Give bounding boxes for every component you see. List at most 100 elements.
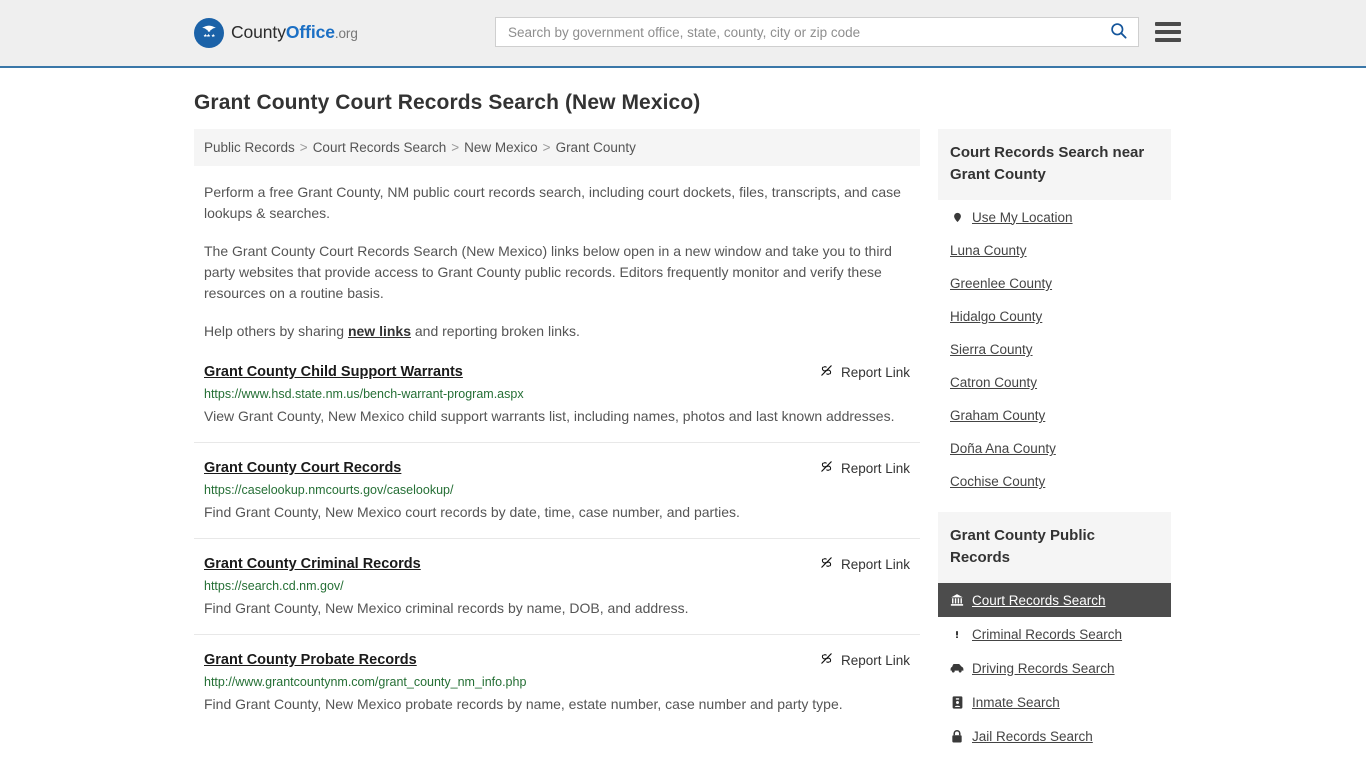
page-body: Grant County Court Records Search (New M… — [0, 91, 1366, 767]
sidebar-item-greenlee-county[interactable]: Greenlee County — [938, 267, 1171, 300]
new-links-link[interactable]: new links — [348, 323, 411, 339]
report-link-label: Report Link — [840, 652, 910, 668]
main-column: Public Records > Court Records Search > New … — [194, 129, 920, 745]
lock-icon — [950, 728, 964, 744]
sidebar-item-catron-county[interactable]: Catron County — [938, 366, 1171, 399]
page-title: Grant County Court Records Search (New M… — [194, 91, 701, 114]
list-item: Driving Records Search — [938, 651, 1171, 685]
breadcrumb-item-new-mexico[interactable]: New Mexico — [464, 140, 538, 155]
sidebar-item-criminal-records-search[interactable]: Criminal Records Search — [938, 617, 1171, 651]
list-item: Court Records Search — [938, 583, 1171, 617]
result-item: Grant County Criminal Records Report Lin… — [194, 554, 920, 635]
intro-paragraph-2: The Grant County Court Records Search (N… — [204, 243, 892, 301]
report-link-button[interactable]: Report Link — [819, 554, 910, 573]
sidebar-item-inmate-search[interactable]: Inmate Search — [938, 685, 1171, 719]
logo-text-org: .org — [334, 26, 358, 42]
sidebar-item-label: Cochise County — [950, 474, 1046, 489]
unlink-icon — [819, 363, 834, 381]
result-item: Grant County Child Support Warrants Repo… — [194, 362, 920, 443]
breadcrumb-item-court-records-search[interactable]: Court Records Search — [313, 140, 447, 155]
report-link-button[interactable]: Report Link — [819, 458, 910, 477]
list-item: Inmate Search — [938, 685, 1171, 719]
result-description: View Grant County, New Mexico child supp… — [204, 408, 895, 424]
sidebar-item-court-records-search[interactable]: Court Records Search — [938, 583, 1171, 617]
result-description: Find Grant County, New Mexico court reco… — [204, 504, 740, 520]
intro-text: Perform a free Grant County, NM public c… — [194, 182, 920, 342]
report-link-label: Report Link — [840, 460, 910, 476]
logo-text-office: Office — [285, 22, 335, 43]
unlink-icon — [819, 651, 834, 669]
result-title-link[interactable]: Grant County Probate Records — [204, 650, 417, 670]
hamburger-menu-icon[interactable] — [1155, 22, 1181, 42]
sidebar-item-jail-records-search[interactable]: Jail Records Search — [938, 719, 1171, 753]
eagle-shield-icon — [194, 18, 224, 48]
intro-p3-before: Help others by sharing — [204, 323, 348, 339]
report-link-button[interactable]: Report Link — [819, 650, 910, 669]
sidebar-item-driving-records-search[interactable]: Driving Records Search — [938, 651, 1171, 685]
result-url[interactable]: https://search.cd.nm.gov/ — [204, 578, 910, 595]
breadcrumb-separator: > — [542, 140, 551, 155]
id-badge-icon — [950, 694, 964, 710]
sidebar-item-label: Inmate Search — [972, 694, 1060, 710]
result-header: Grant County Probate Records Report Link — [204, 650, 910, 670]
result-header: Grant County Child Support Warrants Repo… — [204, 362, 910, 382]
breadcrumb-separator: > — [451, 140, 460, 155]
result-item: Grant County Probate Records Report Link… — [194, 650, 920, 730]
breadcrumb: Public Records > Court Records Search > New … — [194, 129, 920, 166]
report-link-label: Report Link — [840, 364, 910, 380]
breadcrumb-item-grant-county[interactable]: Grant County — [556, 140, 636, 155]
result-url[interactable]: http://www.grantcountynm.com/grant_count… — [204, 674, 910, 691]
list-item: Greenlee County — [938, 267, 1171, 300]
nearby-county-list: Use My Location Luna County Greenlee Cou… — [938, 200, 1171, 498]
sidebar-item-label: Use My Location — [972, 209, 1073, 225]
sidebar-item-cochise-county[interactable]: Cochise County — [938, 465, 1171, 498]
site-logo[interactable]: CountyOffice.org — [194, 18, 358, 48]
search-button[interactable] — [1107, 21, 1130, 43]
sidebar-item-label: Doña Ana County — [950, 441, 1056, 456]
sidebar-item-label: Graham County — [950, 408, 1046, 423]
result-header: Grant County Criminal Records Report Lin… — [204, 554, 910, 574]
unlink-icon — [819, 555, 834, 573]
report-link-label: Report Link — [840, 556, 910, 572]
result-title-link[interactable]: Grant County Child Support Warrants — [204, 362, 463, 382]
sidebar-item-label: Hidalgo County — [950, 309, 1043, 324]
sidebar-item-label: Luna County — [950, 243, 1027, 258]
sidebar: Court Records Search near Grant County U… — [938, 129, 1171, 767]
result-title-link[interactable]: Grant County Criminal Records — [204, 554, 421, 574]
result-url[interactable]: https://www.hsd.state.nm.us/bench-warran… — [204, 386, 910, 403]
public-records-panel: Grant County Public Records Court Record… — [938, 512, 1171, 753]
sidebar-item-label: Driving Records Search — [972, 660, 1115, 676]
sidebar-item-luna-county[interactable]: Luna County — [938, 234, 1171, 267]
public-records-panel-heading: Grant County Public Records — [938, 512, 1171, 583]
result-description: Find Grant County, New Mexico probate re… — [204, 696, 843, 712]
sidebar-item-sierra-county[interactable]: Sierra County — [938, 333, 1171, 366]
result-title-link[interactable]: Grant County Court Records — [204, 458, 401, 478]
sidebar-item-label: Catron County — [950, 375, 1038, 390]
menu-bar-2 — [1155, 30, 1181, 34]
menu-bar-3 — [1155, 38, 1181, 42]
list-item: Doña Ana County — [938, 432, 1171, 465]
breadcrumb-item-public-records[interactable]: Public Records — [204, 140, 295, 155]
sidebar-item-label: Sierra County — [950, 342, 1033, 357]
map-pin-icon — [950, 209, 964, 225]
list-item: Graham County — [938, 399, 1171, 432]
result-description: Find Grant County, New Mexico criminal r… — [204, 600, 689, 616]
logo-wordmark: CountyOffice.org — [231, 24, 358, 42]
sidebar-item-dona-ana-county[interactable]: Doña Ana County — [938, 432, 1171, 465]
sidebar-item-graham-county[interactable]: Graham County — [938, 399, 1171, 432]
intro-paragraph-3: Help others by sharing new links and rep… — [194, 321, 920, 342]
list-item: Sierra County — [938, 333, 1171, 366]
search-box[interactable] — [495, 17, 1139, 47]
sidebar-item-use-my-location[interactable]: Use My Location — [938, 200, 1171, 234]
search-input[interactable] — [506, 18, 1107, 46]
sidebar-item-hidalgo-county[interactable]: Hidalgo County — [938, 300, 1171, 333]
sidebar-item-label: Criminal Records Search — [972, 626, 1123, 642]
sidebar-item-label: Jail Records Search — [972, 728, 1093, 744]
result-item: Grant County Court Records Report Link h… — [194, 458, 920, 539]
report-link-button[interactable]: Report Link — [819, 362, 910, 381]
exclamation-icon — [950, 626, 964, 642]
public-records-list: Court Records Search Criminal Records Se… — [938, 583, 1171, 753]
result-url[interactable]: https://caselookup.nmcourts.gov/caselook… — [204, 482, 910, 499]
menu-bar-1 — [1155, 22, 1181, 26]
list-item: Criminal Records Search — [938, 617, 1171, 651]
